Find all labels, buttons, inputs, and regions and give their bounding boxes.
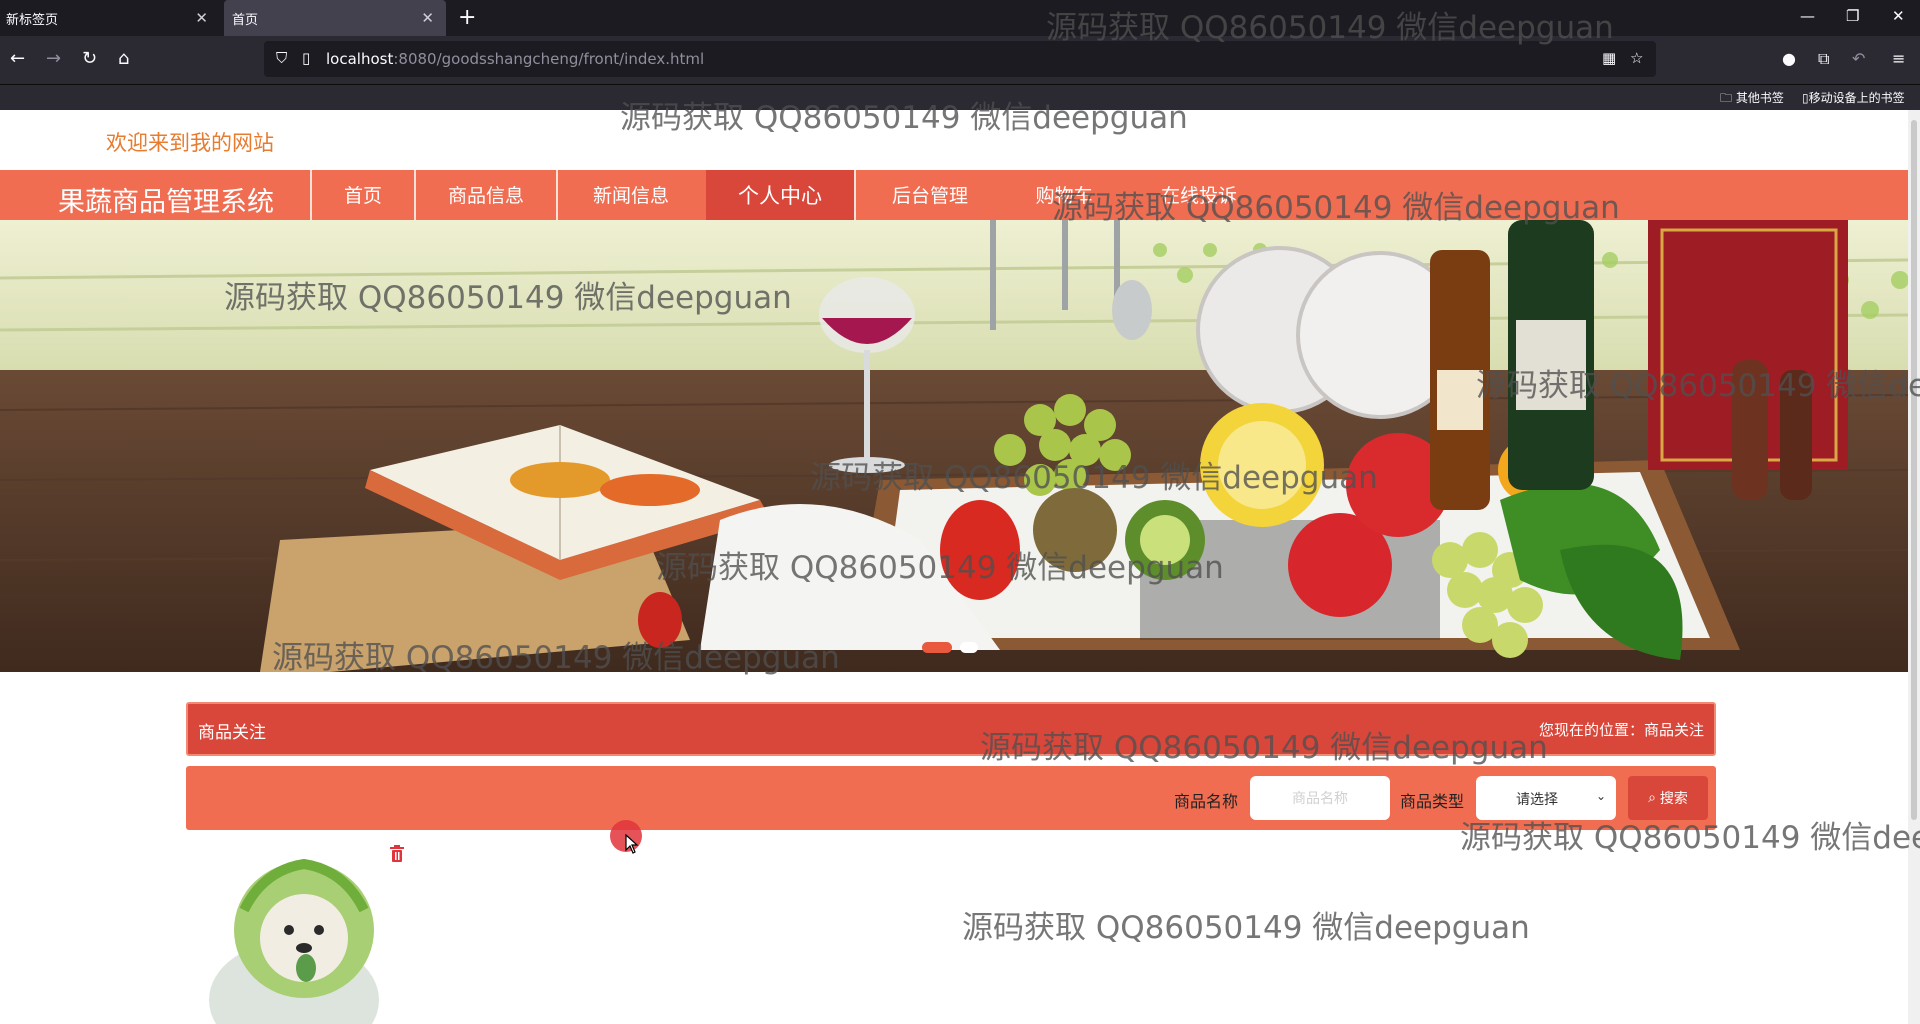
close-window-icon[interactable]: ✕	[1892, 7, 1905, 25]
type-select-value: 请选择	[1516, 792, 1558, 808]
browser-toolbar: ← → ↻ ⌂ ⛉ ▯ localhost:8080/goodsshangche…	[0, 36, 1920, 84]
close-tab-icon[interactable]: ✕	[421, 9, 434, 27]
bookmarks-bar: 🗀 其他书签 ▯移动设备上的书签	[0, 84, 1920, 110]
favorites-panel-header: 商品关注 您现在的位置：商品关注	[186, 702, 1716, 756]
page-icon[interactable]: ▯	[302, 49, 310, 67]
search-bar: 商品名称 商品类型 请选择 ⌄ ⌕ 搜索	[186, 766, 1716, 830]
address-bar[interactable]: ⛉ ▯ localhost:8080/goodsshangcheng/front…	[264, 41, 1656, 77]
main-navigation: 果蔬商品管理系统 首页 商品信息 新闻信息 个人中心 后台管理 购物车 在线投诉	[0, 170, 1908, 222]
restore-icon[interactable]: ❐	[1846, 7, 1859, 25]
back-icon[interactable]: ←	[10, 48, 25, 69]
extension-icon[interactable]: ⧉	[1818, 49, 1829, 69]
site-title: 果蔬商品管理系统	[58, 187, 274, 218]
new-tab-icon[interactable]: +	[458, 5, 476, 30]
account-icon[interactable]: ●	[1782, 49, 1796, 68]
breadcrumb: 您现在的位置：商品关注	[1538, 721, 1704, 739]
bookmark-star-icon[interactable]: ☆	[1630, 49, 1643, 67]
product-image[interactable]	[194, 850, 394, 1024]
mouse-cursor-icon	[625, 834, 639, 854]
tab-home[interactable]: 首页 ✕	[224, 0, 446, 36]
search-button-label: 搜索	[1659, 791, 1688, 807]
bookmark-mobile[interactable]: ▯移动设备上的书签	[1802, 89, 1905, 106]
nav-products[interactable]: 商品信息	[416, 170, 556, 222]
slide-dot[interactable]	[960, 642, 978, 653]
undo-icon[interactable]: ↶	[1852, 49, 1865, 68]
search-icon: ⌕	[1648, 790, 1656, 806]
web-page: 欢迎来到我的网站 果蔬商品管理系统 首页 商品信息 新闻信息 个人中心 后台管理…	[0, 110, 1908, 1024]
panel-title: 商品关注	[198, 723, 266, 743]
close-tab-icon[interactable]: ✕	[195, 9, 208, 27]
product-type-select[interactable]: 请选择 ⌄	[1476, 776, 1616, 820]
nav-admin[interactable]: 后台管理	[856, 170, 1004, 222]
nav-cart[interactable]: 购物车	[1004, 170, 1124, 222]
qr-code-icon[interactable]: ▦	[1602, 49, 1616, 67]
tab-title: 首页	[232, 12, 259, 28]
url-text[interactable]: localhost:8080/goodsshangcheng/front/ind…	[326, 50, 704, 68]
home-icon[interactable]: ⌂	[118, 48, 129, 69]
tab-title: 新标签页	[6, 12, 59, 28]
search-button[interactable]: ⌕ 搜索	[1628, 776, 1708, 820]
page-scrollbar[interactable]	[1908, 110, 1920, 1024]
bookmark-other[interactable]: 🗀 其他书签	[1720, 89, 1784, 110]
banner-image	[0, 220, 1908, 672]
tab-new-tab[interactable]: 新标签页 ✕	[0, 0, 220, 36]
nav-home[interactable]: 首页	[312, 170, 414, 222]
forward-icon[interactable]: →	[46, 48, 61, 69]
nav-personal-center[interactable]: 个人中心	[706, 170, 854, 222]
product-name-input[interactable]	[1250, 776, 1390, 820]
nav-news[interactable]: 新闻信息	[558, 170, 704, 222]
slide-dot-active[interactable]	[922, 642, 952, 653]
type-label: 商品类型	[1400, 792, 1465, 811]
browser-tab-bar: 新标签页 ✕ 首页 ✕ + — ❐ ✕	[0, 0, 1920, 36]
nav-complaints[interactable]: 在线投诉	[1134, 170, 1264, 222]
name-label: 商品名称	[1174, 792, 1239, 811]
menu-icon[interactable]: ≡	[1892, 49, 1905, 68]
minimize-icon[interactable]: —	[1800, 7, 1815, 25]
chevron-down-icon: ⌄	[1595, 789, 1606, 803]
shield-icon[interactable]: ⛉	[276, 49, 287, 67]
reload-icon[interactable]: ↻	[82, 48, 97, 69]
scrollbar-thumb[interactable]	[1911, 120, 1917, 820]
welcome-text: 欢迎来到我的网站	[106, 131, 274, 155]
